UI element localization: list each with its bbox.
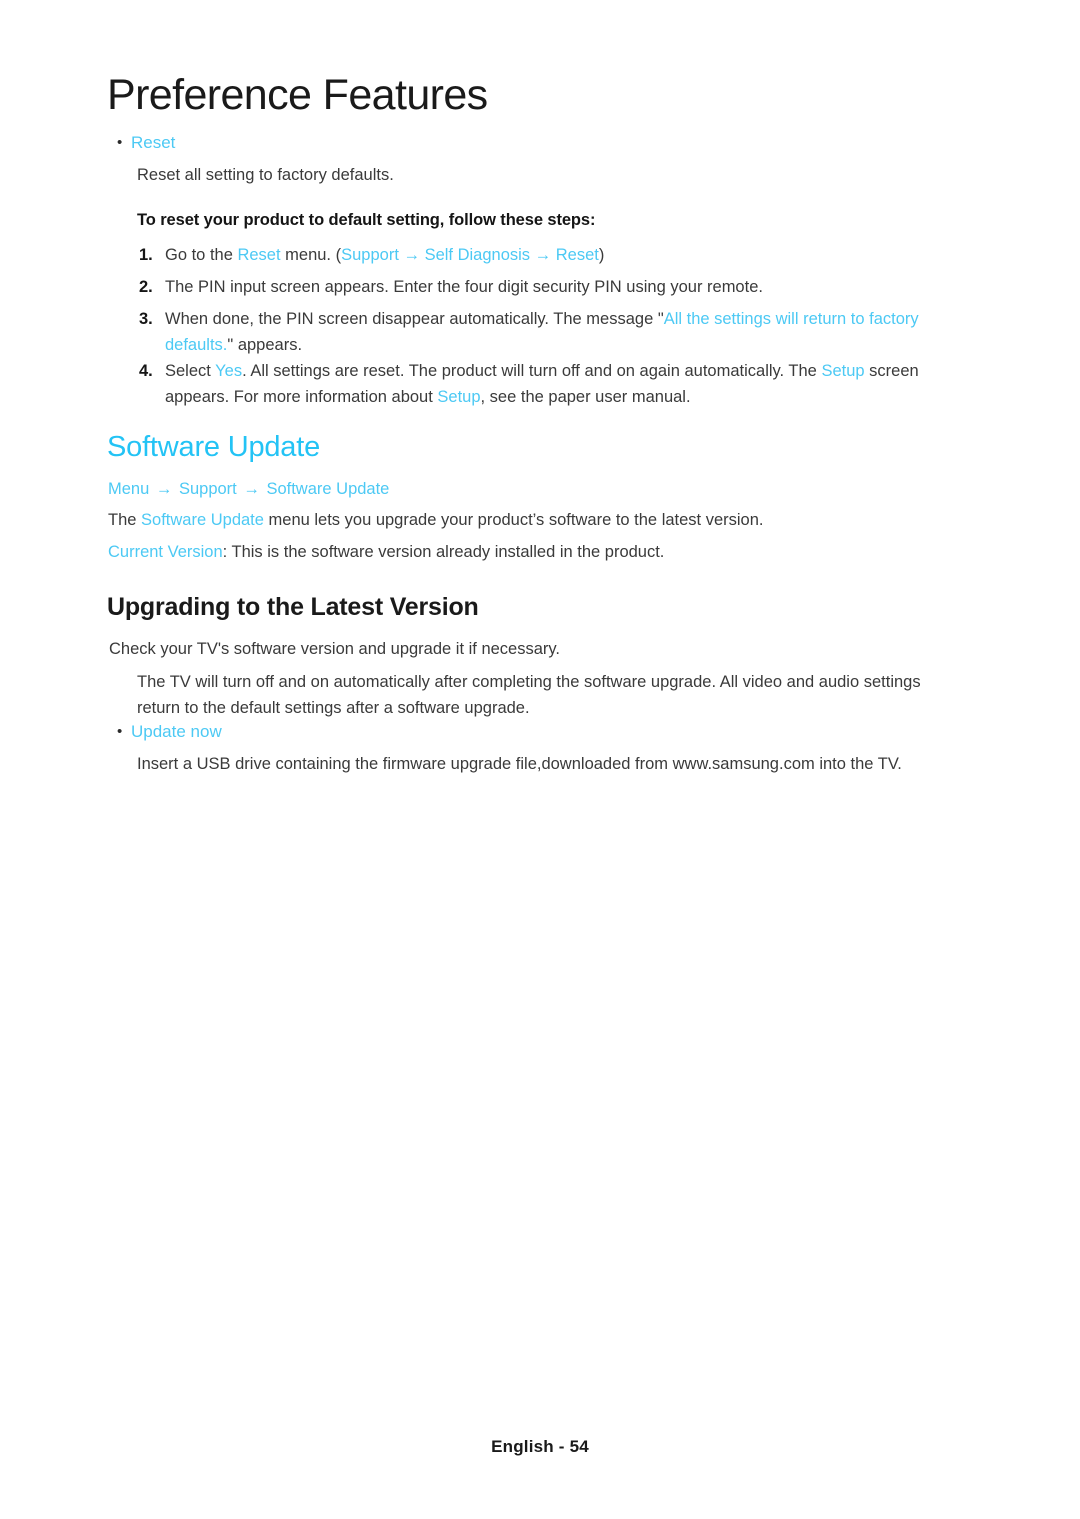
upgrading-intro: Check your TV's software version and upg… (109, 640, 561, 658)
breadcrumb-item-software-update: Software Update (266, 480, 390, 498)
document-page: Preference Features • Reset Reset all se… (0, 0, 1080, 1519)
step-3: 3. When done, the PIN screen disappear a… (139, 306, 929, 358)
step-1-text: Go to the Reset menu. (Support → Self Di… (165, 242, 604, 268)
text-run: " appears. (227, 336, 303, 354)
menu-term: Support (341, 246, 399, 264)
bullet-item-update-now: • Update now (117, 720, 517, 744)
menu-term: Setup (821, 362, 865, 380)
menu-term: Current Version (108, 543, 223, 561)
breadcrumb: Menu → Support → Software Update (108, 477, 389, 501)
text-run: menu. ( (280, 246, 342, 264)
bullet-label-reset: Reset (131, 133, 176, 152)
heading-upgrading-latest-version: Upgrading to the Latest Version (107, 593, 479, 621)
text-run: , see the paper user manual. (480, 388, 691, 406)
text-run: The PIN input screen appears. Enter the … (165, 278, 763, 296)
text-run: Go to the (165, 246, 238, 264)
step-4-number: 4. (139, 362, 153, 380)
text-run: : This is the software version already i… (222, 543, 665, 561)
step-4-text: Select Yes. All settings are reset. The … (165, 358, 929, 410)
menu-term: → (398, 246, 425, 264)
page-footer: English - 54 (491, 1437, 589, 1456)
bullet-label-update-now: Update now (131, 722, 222, 741)
step-2: 2. The PIN input screen appears. Enter t… (139, 274, 929, 300)
text-run: ) (598, 246, 605, 264)
step-1: 1. Go to the Reset menu. (Support → Self… (139, 242, 929, 268)
update-now-description: Insert a USB drive containing the firmwa… (137, 755, 902, 773)
current-version-line: Current Version: This is the software ve… (108, 539, 938, 565)
step-3-number: 3. (139, 310, 153, 328)
step-4: 4. Select Yes. All settings are reset. T… (139, 358, 929, 410)
page-title: Preference Features (107, 71, 488, 119)
text-run: Select (165, 362, 216, 380)
menu-term: → (530, 246, 556, 264)
step-2-number: 2. (139, 278, 153, 296)
text-run: When done, the PIN screen disappear auto… (165, 310, 664, 328)
menu-term: Setup (437, 388, 481, 406)
text-run: . All settings are reset. The product wi… (242, 362, 822, 380)
breadcrumb-arrow-icon-2: → (243, 480, 260, 498)
heading-software-update: Software Update (107, 431, 321, 463)
software-update-intro: The Software Update menu lets you upgrad… (108, 507, 938, 533)
menu-term: Reset (555, 246, 599, 264)
breadcrumb-item-support: Support (178, 480, 237, 498)
breadcrumb-arrow-icon: → (155, 480, 173, 498)
bullet-dot-icon: • (117, 134, 123, 151)
text-run: The (108, 511, 142, 529)
menu-term: Self Diagnosis (424, 246, 531, 264)
breadcrumb-item-menu: Menu (108, 480, 150, 498)
bullet-item-reset: • Reset (117, 131, 517, 155)
text-run: menu lets you upgrade your product’s sof… (263, 511, 764, 529)
menu-term: Yes (215, 362, 243, 380)
menu-term: Reset (237, 246, 281, 264)
bullet-dot-icon-2: • (117, 723, 123, 740)
reset-description: Reset all setting to factory defaults. (137, 166, 394, 184)
menu-term: Software Update (141, 511, 264, 529)
reset-steps-intro: To reset your product to default setting… (137, 211, 596, 229)
step-2-text: The PIN input screen appears. Enter the … (165, 274, 763, 300)
step-1-number: 1. (139, 246, 153, 264)
step-3-text: When done, the PIN screen disappear auto… (165, 306, 929, 358)
upgrading-note: The TV will turn off and on automaticall… (137, 673, 921, 717)
